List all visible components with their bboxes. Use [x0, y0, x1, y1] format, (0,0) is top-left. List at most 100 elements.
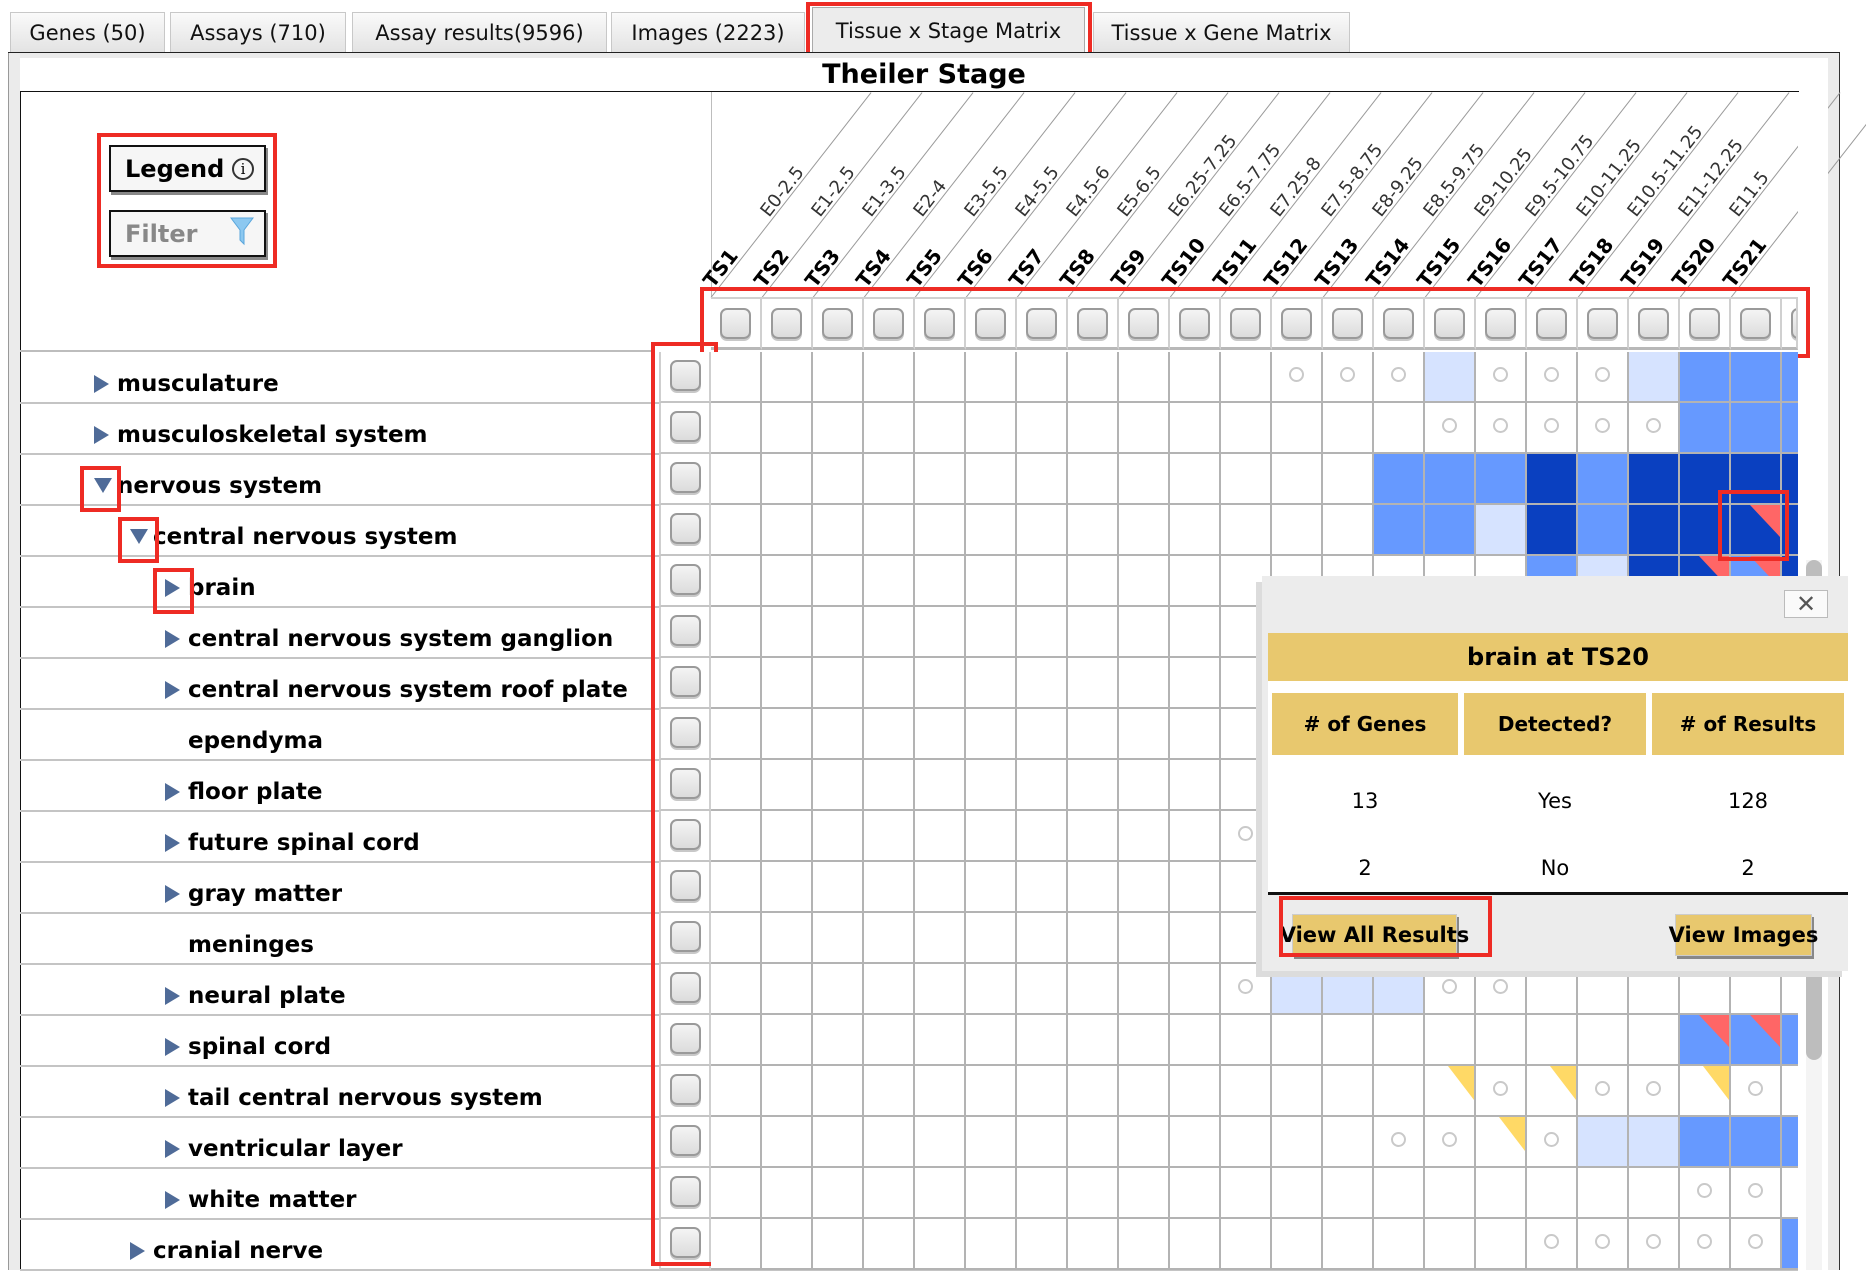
- matrix-cell[interactable]: [966, 913, 1017, 964]
- stage-checkbox[interactable]: [1638, 308, 1669, 339]
- matrix-cell[interactable]: [1629, 1168, 1680, 1219]
- matrix-cell[interactable]: [1323, 1066, 1374, 1117]
- matrix-cell[interactable]: [1680, 505, 1731, 556]
- matrix-cell[interactable]: [1068, 1015, 1119, 1066]
- matrix-cell[interactable]: [1272, 1168, 1323, 1219]
- matrix-cell[interactable]: [1374, 964, 1425, 1015]
- matrix-cell[interactable]: [1221, 352, 1272, 403]
- matrix-cell[interactable]: [1425, 1117, 1476, 1168]
- tree-item[interactable]: cranial nerve: [130, 1225, 323, 1276]
- matrix-cell[interactable]: [1119, 1219, 1170, 1270]
- matrix-cell[interactable]: [1068, 403, 1119, 454]
- matrix-cell[interactable]: [762, 709, 813, 760]
- matrix-cell[interactable]: [1527, 1066, 1578, 1117]
- stage-checkbox[interactable]: [1689, 308, 1720, 339]
- matrix-cell[interactable]: [1425, 1219, 1476, 1270]
- matrix-cell[interactable]: [966, 811, 1017, 862]
- tree-item[interactable]: neural plate: [165, 970, 346, 1021]
- matrix-cell[interactable]: [1578, 1117, 1629, 1168]
- matrix-cell[interactable]: [966, 1219, 1017, 1270]
- matrix-cell[interactable]: [1578, 964, 1629, 1015]
- tissue-checkbox[interactable]: [670, 717, 701, 748]
- matrix-cell[interactable]: [915, 658, 966, 709]
- matrix-cell[interactable]: [762, 862, 813, 913]
- matrix-cell[interactable]: [915, 1117, 966, 1168]
- matrix-cell[interactable]: [711, 1015, 762, 1066]
- matrix-cell[interactable]: [1323, 505, 1374, 556]
- matrix-cell[interactable]: [1170, 607, 1221, 658]
- matrix-cell[interactable]: [762, 454, 813, 505]
- caret-right-icon[interactable]: [165, 884, 180, 903]
- tissue-checkbox[interactable]: [670, 1074, 701, 1105]
- matrix-cell[interactable]: [966, 709, 1017, 760]
- tissue-checkbox[interactable]: [670, 972, 701, 1003]
- matrix-cell[interactable]: [711, 352, 762, 403]
- matrix-cell[interactable]: [1170, 658, 1221, 709]
- caret-right-icon[interactable]: [165, 1139, 180, 1158]
- view-images-button[interactable]: View Images: [1669, 914, 1818, 956]
- matrix-cell[interactable]: [813, 1015, 864, 1066]
- matrix-cell[interactable]: [1782, 403, 1798, 454]
- matrix-cell[interactable]: [1068, 811, 1119, 862]
- tree-item[interactable]: meninges: [165, 919, 314, 970]
- matrix-cell[interactable]: [966, 1066, 1017, 1117]
- caret-right-icon[interactable]: [165, 1037, 180, 1056]
- matrix-cell[interactable]: [1527, 352, 1578, 403]
- matrix-cell[interactable]: [762, 556, 813, 607]
- matrix-cell[interactable]: [1272, 1066, 1323, 1117]
- matrix-cell[interactable]: [1578, 403, 1629, 454]
- matrix-cell[interactable]: [1170, 964, 1221, 1015]
- stage-checkbox[interactable]: [1077, 308, 1108, 339]
- matrix-cell[interactable]: [1731, 505, 1782, 556]
- matrix-cell[interactable]: [813, 964, 864, 1015]
- matrix-cell[interactable]: [1017, 607, 1068, 658]
- matrix-cell[interactable]: [1119, 760, 1170, 811]
- matrix-cell[interactable]: [813, 556, 864, 607]
- tree-item[interactable]: white matter: [165, 1174, 357, 1225]
- matrix-cell[interactable]: [813, 760, 864, 811]
- tree-item[interactable]: tail central nervous system: [165, 1072, 543, 1123]
- matrix-cell[interactable]: [1731, 1015, 1782, 1066]
- matrix-cell[interactable]: [1017, 964, 1068, 1015]
- stage-checkbox[interactable]: [1179, 308, 1210, 339]
- matrix-cell[interactable]: [915, 505, 966, 556]
- tissue-checkbox[interactable]: [670, 513, 701, 544]
- matrix-cell[interactable]: [1476, 352, 1527, 403]
- matrix-cell[interactable]: [1221, 505, 1272, 556]
- matrix-cell[interactable]: [1578, 1066, 1629, 1117]
- tree-item[interactable]: musculature: [94, 358, 279, 409]
- matrix-cell[interactable]: [1374, 1168, 1425, 1219]
- matrix-cell[interactable]: [1323, 964, 1374, 1015]
- matrix-cell[interactable]: [813, 1117, 864, 1168]
- matrix-cell[interactable]: [711, 607, 762, 658]
- matrix-cell[interactable]: [813, 658, 864, 709]
- tab-assay-results[interactable]: Assay results(9596): [352, 12, 607, 52]
- matrix-cell[interactable]: [1119, 607, 1170, 658]
- matrix-cell[interactable]: [1119, 1168, 1170, 1219]
- caret-right-icon[interactable]: [94, 425, 109, 444]
- stage-checkbox[interactable]: [1434, 308, 1465, 339]
- tree-item[interactable]: central nervous system roof plate: [165, 664, 628, 715]
- matrix-cell[interactable]: [1221, 1066, 1272, 1117]
- tissue-checkbox[interactable]: [670, 615, 701, 646]
- matrix-cell[interactable]: [1017, 709, 1068, 760]
- stage-checkbox[interactable]: [1332, 308, 1363, 339]
- matrix-cell[interactable]: [1170, 505, 1221, 556]
- matrix-cell[interactable]: [864, 556, 915, 607]
- matrix-cell[interactable]: [1527, 1219, 1578, 1270]
- matrix-cell[interactable]: [1323, 454, 1374, 505]
- matrix-cell[interactable]: [1068, 1066, 1119, 1117]
- matrix-cell[interactable]: [1119, 913, 1170, 964]
- matrix-cell[interactable]: [1374, 352, 1425, 403]
- matrix-cell[interactable]: [711, 1066, 762, 1117]
- matrix-cell[interactable]: [1476, 1219, 1527, 1270]
- matrix-cell[interactable]: [1272, 454, 1323, 505]
- matrix-cell[interactable]: [1119, 862, 1170, 913]
- matrix-cell[interactable]: [1629, 1219, 1680, 1270]
- matrix-cell[interactable]: [1272, 505, 1323, 556]
- matrix-cell[interactable]: [813, 454, 864, 505]
- matrix-cell[interactable]: [1782, 505, 1798, 556]
- view-all-results-button[interactable]: View All Results: [1280, 914, 1469, 956]
- matrix-cell[interactable]: [1017, 1219, 1068, 1270]
- matrix-cell[interactable]: [1374, 505, 1425, 556]
